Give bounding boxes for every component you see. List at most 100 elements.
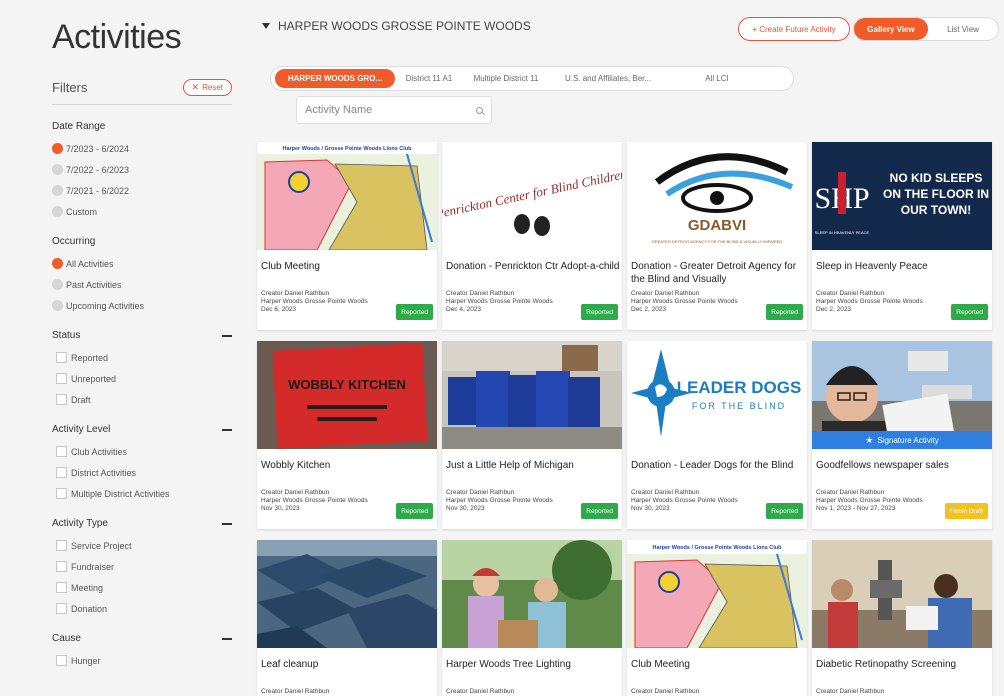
card-creator: Creator Daniel Rathbun <box>631 290 700 297</box>
card-meta: Creator Daniel Rathbun Harper Woods Gros… <box>631 489 767 513</box>
radio-selected-icon[interactable] <box>52 258 63 269</box>
checkbox[interactable] <box>56 540 67 551</box>
radio-icon[interactable] <box>52 206 63 217</box>
gallery-view-button[interactable]: Gallery View <box>854 18 928 40</box>
activity-level-option[interactable]: District Activities <box>52 462 232 483</box>
date-range-option[interactable]: 7/2022 - 6/2023 <box>52 159 232 180</box>
reset-button[interactable]: ✕ Reset <box>182 79 232 96</box>
activity-level-group: Activity Level Club Activities District … <box>52 424 232 504</box>
card-title: Diabetic Retinopathy Screening <box>816 659 957 670</box>
reset-label: Reset <box>202 83 223 92</box>
status-badge: Reported <box>581 503 618 519</box>
tab-us-affiliates[interactable]: U.S. and Affiliates, Ber... <box>549 69 667 88</box>
card-image: Harper Woods / Grosse Pointe Woods Lions… <box>257 142 437 250</box>
view-toggle: Gallery View List View <box>853 17 999 41</box>
checkbox[interactable] <box>56 394 67 405</box>
activity-card[interactable]: Just a Little Help of Michigan Creator D… <box>442 341 622 529</box>
search-icon[interactable] <box>476 106 483 114</box>
status-option[interactable]: Draft <box>52 389 232 410</box>
activity-card[interactable]: WOBBLY KITCHEN Wobbly Kitchen Creator Da… <box>257 341 437 529</box>
activity-level-option[interactable]: Multiple District Activities <box>52 483 232 504</box>
scope-tabs: HARPER WOODS GRO... District 11 A1 Multi… <box>270 66 794 91</box>
checkbox[interactable] <box>56 488 67 499</box>
activity-card[interactable]: ★ Signature Activity Goodfellows newspap… <box>812 341 992 529</box>
option-label: Club Activities <box>71 446 128 457</box>
date-range-option[interactable]: 7/2021 - 6/2022 <box>52 180 232 201</box>
minus-icon[interactable] <box>222 637 232 640</box>
activity-card[interactable]: Diabetic Retinopathy Screening Creator D… <box>812 540 992 696</box>
activity-type-title: Activity Type <box>52 518 108 529</box>
card-club: Harper Woods Grosse Pointe Woods <box>446 497 553 504</box>
activity-level-header[interactable]: Activity Level <box>52 424 232 435</box>
date-range-option[interactable]: Custom <box>52 201 232 222</box>
radio-selected-icon[interactable] <box>52 143 63 154</box>
status-option[interactable]: Unreported <box>52 368 232 389</box>
minus-icon[interactable] <box>222 334 232 337</box>
activity-type-option[interactable]: Meeting <box>52 577 232 598</box>
checkbox[interactable] <box>56 373 67 384</box>
option-label: All Activities <box>66 258 114 269</box>
card-title: Sleep in Heavenly Peace <box>816 261 928 272</box>
option-label: Fundraiser <box>71 561 115 572</box>
checkbox[interactable] <box>56 467 67 478</box>
radio-icon[interactable] <box>52 279 63 290</box>
checkbox[interactable] <box>56 352 67 363</box>
activity-card[interactable]: LEADER DOGS FOR THE BLIND Donation - Lea… <box>627 341 807 529</box>
checkbox[interactable] <box>56 446 67 457</box>
create-future-activity-button[interactable]: + Create Future Activity <box>738 17 850 41</box>
checkbox[interactable] <box>56 561 67 572</box>
activity-card[interactable]: GDABVI GREATER DETROIT AGENCY FOR THE BL… <box>627 142 807 330</box>
activity-type-option[interactable]: Service Project <box>52 535 232 556</box>
checkbox[interactable] <box>56 603 67 614</box>
finish-draft-button[interactable]: Finish Draft <box>944 503 988 519</box>
occurring-group: Occurring All Activities Past Activities… <box>52 236 232 316</box>
checkbox[interactable] <box>56 655 67 666</box>
filters-header: Filters ✕ Reset <box>52 79 232 105</box>
date-range-option[interactable]: 7/2023 - 6/2024 <box>52 138 232 159</box>
radio-icon[interactable] <box>52 164 63 175</box>
search-input[interactable] <box>305 104 476 116</box>
caret-down-icon[interactable] <box>262 23 270 29</box>
activity-type-header[interactable]: Activity Type <box>52 518 232 529</box>
card-title: Donation - Greater Detroit Agency for th… <box>631 261 797 285</box>
activity-card[interactable]: Harper Woods / Grosse Pointe Woods Lions… <box>627 540 807 696</box>
club-selector[interactable]: HARPER WOODS GROSSE POINTE WOODS <box>262 19 531 33</box>
card-creator: Creator Daniel Rathbun <box>446 290 515 297</box>
card-date: Nov 30, 2023 <box>631 505 670 512</box>
option-label: Unreported <box>71 373 117 384</box>
card-meta: Creator Daniel Rathbun Harper Woods Gros… <box>261 489 397 513</box>
radio-icon[interactable] <box>52 185 63 196</box>
cause-header[interactable]: Cause <box>52 633 232 644</box>
activity-card[interactable]: Penrickton Center for Blind Children Don… <box>442 142 622 330</box>
cause-option[interactable]: Hunger <box>52 650 232 671</box>
activity-card[interactable]: Harper Woods / Grosse Pointe Woods Lions… <box>257 142 437 330</box>
minus-icon[interactable] <box>222 522 232 525</box>
tab-club[interactable]: HARPER WOODS GRO... <box>275 69 395 88</box>
option-label: Past Activities <box>66 279 122 290</box>
radio-icon[interactable] <box>52 300 63 311</box>
shp-tagline: SLEEP IN HEAVENLY PEACE <box>815 230 870 235</box>
card-creator: Creator Daniel Rathbun <box>816 688 885 695</box>
activity-card[interactable]: Harper Woods Tree Lighting Creator Danie… <box>442 540 622 696</box>
card-creator: Creator Daniel Rathbun <box>261 688 330 695</box>
status-header[interactable]: Status <box>52 330 232 341</box>
tab-district[interactable]: District 11 A1 <box>395 69 463 88</box>
activity-level-option[interactable]: Club Activities <box>52 441 232 462</box>
card-title: Leaf cleanup <box>261 659 319 670</box>
activity-card[interactable]: Leaf cleanup Creator Daniel Rathbun <box>257 540 437 696</box>
checkbox[interactable] <box>56 582 67 593</box>
occurring-option[interactable]: Upcoming Activities <box>52 295 232 316</box>
list-view-button[interactable]: List View <box>928 25 998 34</box>
tab-all-lci[interactable]: All LCI <box>667 69 767 88</box>
minus-icon[interactable] <box>222 428 232 431</box>
gdabvi-subtitle: GREATER DETROIT AGENCY FOR THE BLIND & V… <box>652 239 783 244</box>
tab-multiple-district[interactable]: Multiple District 11 <box>463 69 549 88</box>
status-option[interactable]: Reported <box>52 347 232 368</box>
activity-type-option[interactable]: Fundraiser <box>52 556 232 577</box>
signature-label: Signature Activity <box>877 435 939 445</box>
activity-type-option[interactable]: Donation <box>52 598 232 619</box>
activity-card[interactable]: SHP SLEEP IN HEAVENLY PEACE NO KID SLEEP… <box>812 142 992 330</box>
occurring-option[interactable]: Past Activities <box>52 274 232 295</box>
cause-group: Cause Hunger <box>52 633 232 671</box>
occurring-option[interactable]: All Activities <box>52 253 232 274</box>
